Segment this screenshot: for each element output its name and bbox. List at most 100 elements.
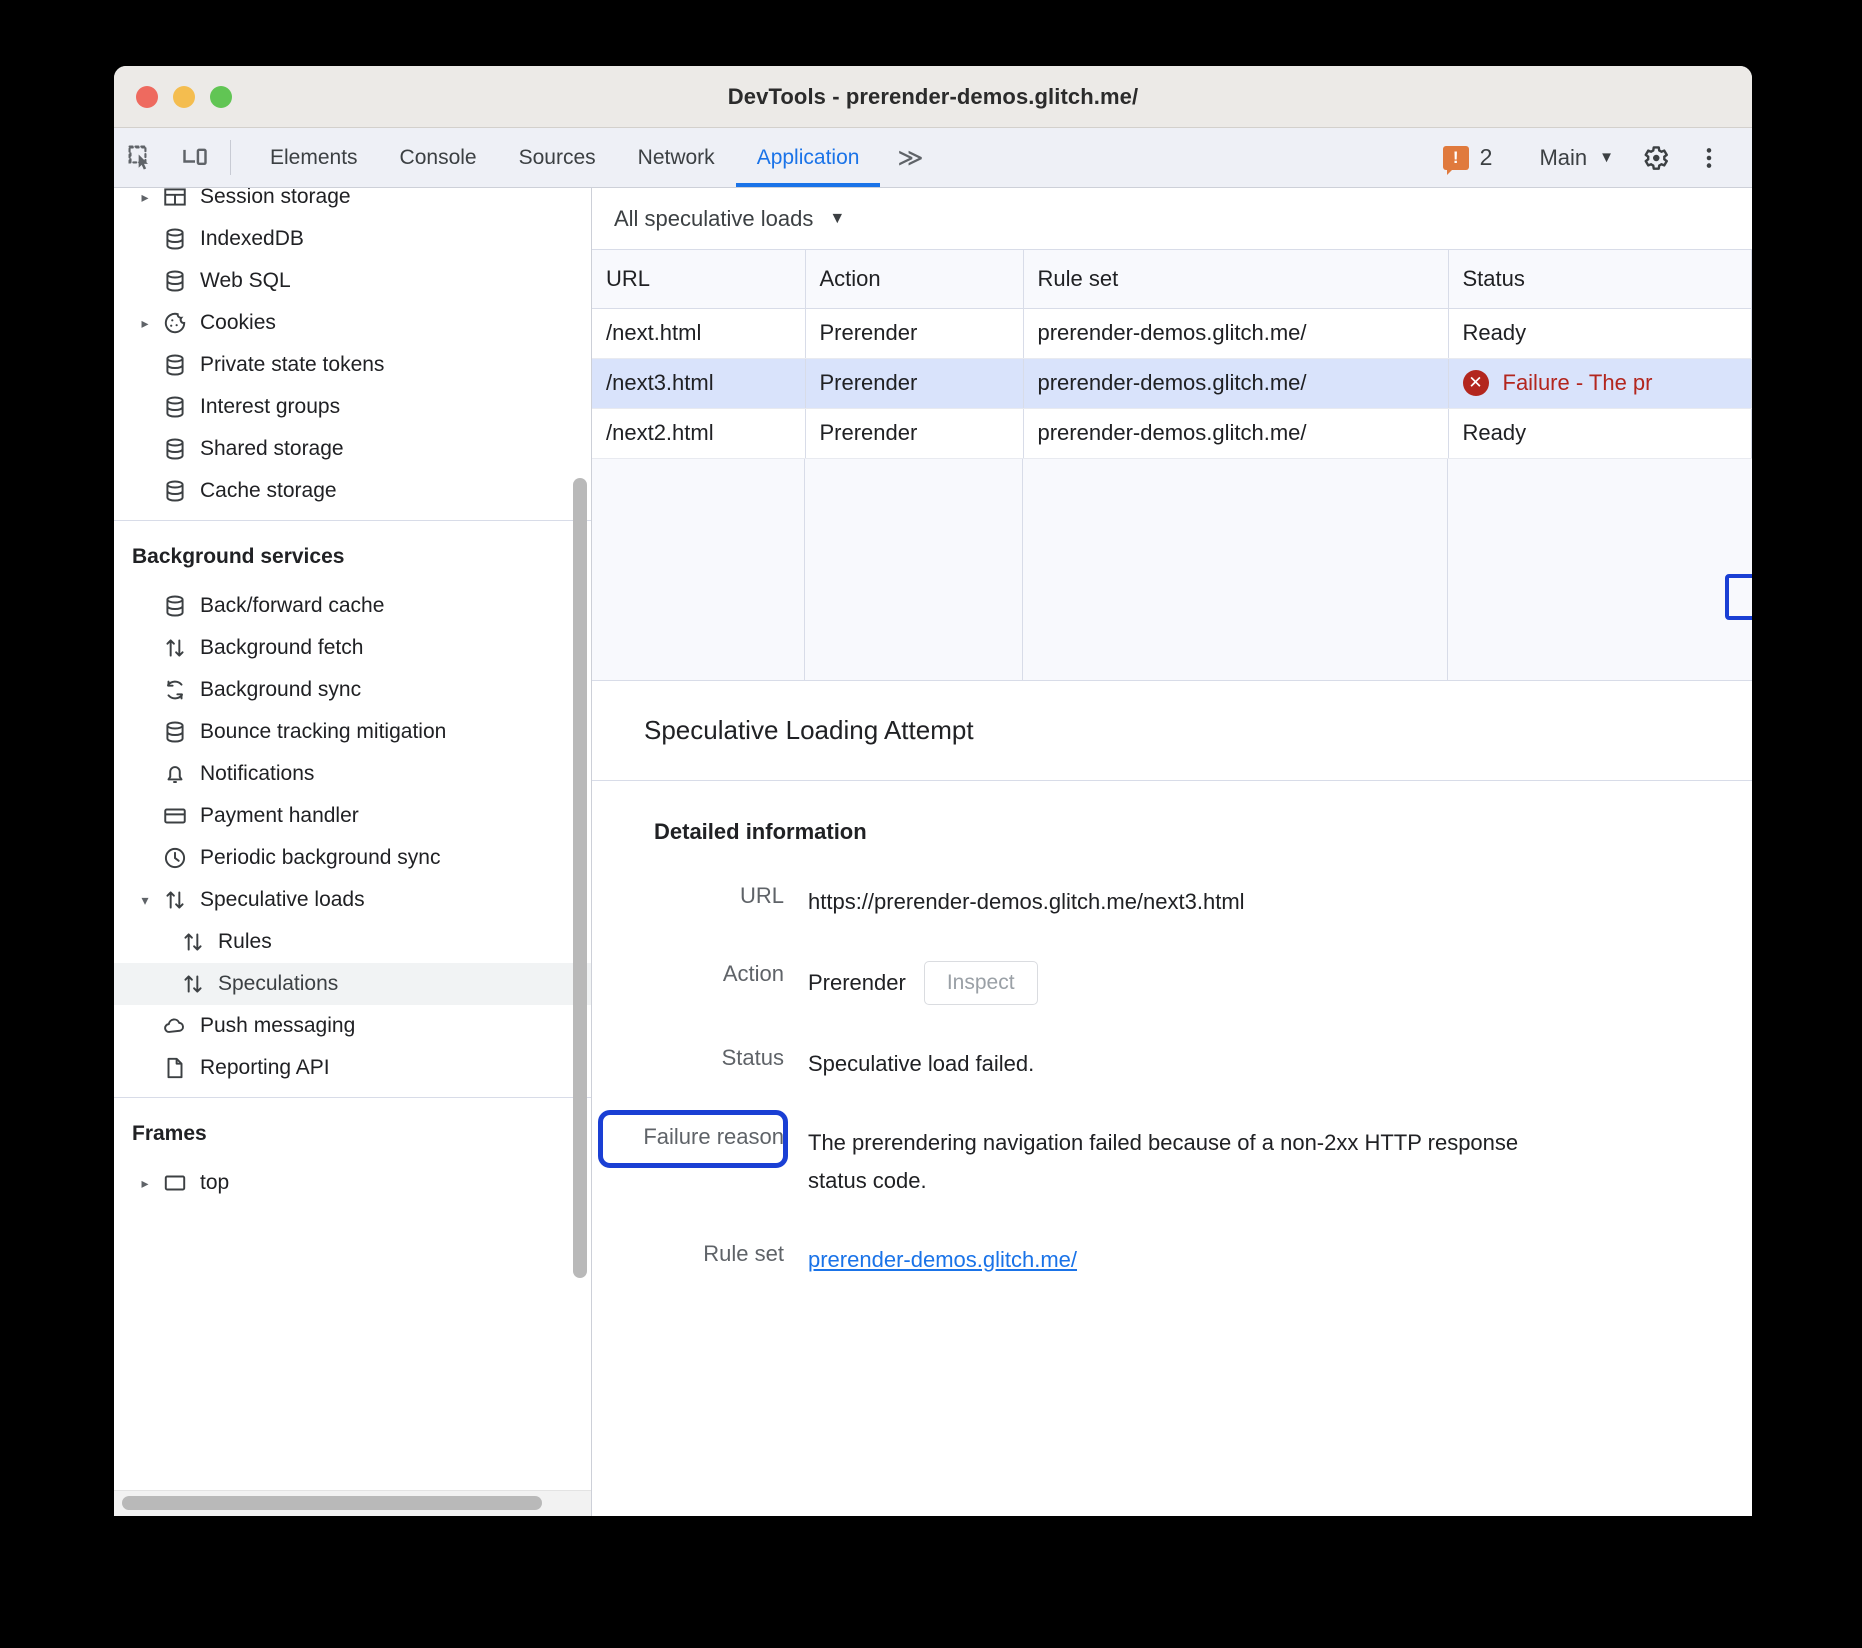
tab-application[interactable]: Application	[736, 128, 881, 187]
detail-label-failure-reason: Failure reason	[592, 1124, 784, 1201]
warning-badge[interactable]: ! 2	[1427, 144, 1509, 171]
database-icon	[158, 226, 192, 252]
sidebar-item-rules[interactable]: Rules	[114, 921, 591, 963]
sidebar-item-label: IndexedDB	[200, 227, 304, 251]
sidebar-item-top-frame[interactable]: ▸ top	[114, 1162, 591, 1204]
database-icon	[158, 593, 192, 619]
devtools-body: ▸ Session storage	[114, 188, 1752, 1516]
sidebar-item-private-state-tokens[interactable]: Private state tokens	[114, 344, 591, 386]
chevron-down-icon: ▼	[1599, 149, 1614, 166]
sidebar-item-label: Interest groups	[200, 395, 340, 419]
speculative-loads-filter-dropdown[interactable]: All speculative loads ▼	[614, 206, 845, 232]
database-icon	[158, 436, 192, 462]
sidebar-item-speculations[interactable]: Speculations	[114, 963, 591, 1005]
inspect-element-icon[interactable]	[114, 128, 168, 187]
sidebar-item-background-sync[interactable]: Background sync	[114, 669, 591, 711]
sidebar-horizontal-scrollbar[interactable]	[122, 1496, 542, 1510]
application-sidebar: ▸ Session storage	[114, 188, 592, 1516]
warning-icon: !	[1443, 146, 1469, 170]
sync-icon	[158, 677, 192, 703]
panel-tabs: Elements Console Sources Network Applica…	[249, 128, 938, 187]
gear-icon[interactable]	[1628, 143, 1682, 173]
cell-url: /next2.html	[592, 408, 805, 458]
sidebar-item-payment-handler[interactable]: Payment handler	[114, 795, 591, 837]
sidebar-item-interest-groups[interactable]: Interest groups	[114, 386, 591, 428]
bell-icon	[158, 761, 192, 787]
detail-value-rule-set: prerender-demos.glitch.me/	[784, 1241, 1077, 1280]
sidebar-item-label: Back/forward cache	[200, 594, 384, 618]
inspect-button[interactable]: Inspect	[924, 961, 1038, 1005]
filter-toolbar: All speculative loads ▼	[592, 188, 1752, 250]
sidebar-item-label: Notifications	[200, 762, 314, 786]
sidebar-item-session-storage[interactable]: ▸ Session storage	[114, 188, 591, 218]
filter-label: All speculative loads	[614, 206, 813, 232]
column-header-rule-set[interactable]: Rule set	[1023, 250, 1448, 308]
sidebar-item-bounce-tracking-mitigation[interactable]: Bounce tracking mitigation	[114, 711, 591, 753]
sidebar-item-label: Cookies	[200, 311, 276, 335]
cell-rule-set: prerender-demos.glitch.me/	[1023, 308, 1448, 358]
updown-arrows-icon	[176, 929, 210, 955]
detail-action-text: Prerender	[808, 964, 906, 1003]
sidebar-item-periodic-background-sync[interactable]: Periodic background sync	[114, 837, 591, 879]
rule-set-link[interactable]: prerender-demos.glitch.me/	[808, 1241, 1077, 1280]
detail-row-rule-set: Rule set prerender-demos.glitch.me/	[592, 1241, 1752, 1280]
more-tabs-icon[interactable]: ≫	[880, 128, 937, 187]
sidebar-item-web-sql[interactable]: Web SQL	[114, 260, 591, 302]
column-header-url[interactable]: URL	[592, 250, 805, 308]
sidebar-item-background-fetch[interactable]: Background fetch	[114, 627, 591, 669]
clock-icon	[158, 845, 192, 871]
sidebar-item-cookies[interactable]: ▸ Cookies	[114, 302, 591, 344]
cell-rule-set: prerender-demos.glitch.me/	[1023, 358, 1448, 408]
tab-console[interactable]: Console	[379, 128, 498, 187]
detail-label-status: Status	[592, 1045, 784, 1084]
sidebar-item-indexeddb[interactable]: IndexedDB	[114, 218, 591, 260]
toolbar-divider	[230, 140, 231, 175]
sidebar-vertical-scrollbar[interactable]	[573, 478, 587, 1278]
sidebar-item-speculative-loads[interactable]: ▾ Speculative loads	[114, 879, 591, 921]
column-header-status[interactable]: Status	[1448, 250, 1752, 308]
column-header-action[interactable]: Action	[805, 250, 1023, 308]
sidebar-item-label: Periodic background sync	[200, 846, 440, 870]
expand-arrow-icon[interactable]: ▸	[132, 189, 158, 206]
expand-arrow-icon[interactable]: ▸	[132, 315, 158, 332]
collapse-arrow-icon[interactable]: ▾	[132, 892, 158, 909]
sidebar-item-label: Push messaging	[200, 1014, 355, 1038]
device-toolbar-icon[interactable]	[168, 128, 222, 187]
table-header-row: URL Action Rule set Status	[592, 250, 1752, 308]
sidebar-item-reporting-api[interactable]: Reporting API	[114, 1047, 591, 1089]
sidebar-item-back-forward-cache[interactable]: Back/forward cache	[114, 585, 591, 627]
context-selector-label: Main	[1539, 145, 1587, 171]
table-row[interactable]: /next2.html Prerender prerender-demos.gl…	[592, 408, 1752, 458]
table-row[interactable]: /next3.html Prerender prerender-demos.gl…	[592, 358, 1752, 408]
cell-status: Ready	[1448, 408, 1752, 458]
kebab-menu-icon[interactable]	[1682, 145, 1736, 171]
chevron-down-icon: ▼	[829, 210, 845, 228]
sidebar-item-push-messaging[interactable]: Push messaging	[114, 1005, 591, 1047]
frame-icon	[158, 1170, 192, 1196]
database-icon	[158, 394, 192, 420]
detail-row-failure-reason: Failure reason The prerendering navigati…	[592, 1124, 1752, 1201]
devtools-window: DevTools - prerender-demos.glitch.me/ El…	[114, 66, 1752, 1516]
frames-title: Frames	[114, 1098, 591, 1162]
updown-arrows-icon	[176, 971, 210, 997]
detail-label-rule-set: Rule set	[592, 1241, 784, 1280]
document-icon	[158, 1055, 192, 1081]
updown-arrows-icon	[158, 887, 192, 913]
warning-count: 2	[1480, 144, 1493, 171]
sidebar-item-label: Rules	[218, 930, 272, 954]
expand-arrow-icon[interactable]: ▸	[132, 1175, 158, 1192]
detail-value-failure-reason: The prerendering navigation failed becau…	[784, 1124, 1554, 1201]
table-row[interactable]: /next.html Prerender prerender-demos.gli…	[592, 308, 1752, 358]
sidebar-item-label: Web SQL	[200, 269, 291, 293]
sidebar-item-cache-storage[interactable]: Cache storage	[114, 470, 591, 512]
tab-network[interactable]: Network	[617, 128, 736, 187]
sidebar-item-notifications[interactable]: Notifications	[114, 753, 591, 795]
table-icon	[158, 188, 192, 210]
tab-elements[interactable]: Elements	[249, 128, 379, 187]
tab-sources[interactable]: Sources	[498, 128, 617, 187]
frames-section: Frames ▸ top	[114, 1098, 591, 1212]
cell-rule-set: prerender-demos.glitch.me/	[1023, 408, 1448, 458]
context-selector[interactable]: Main ▼	[1525, 145, 1628, 171]
sidebar-item-label: Speculations	[218, 972, 338, 996]
sidebar-item-shared-storage[interactable]: Shared storage	[114, 428, 591, 470]
